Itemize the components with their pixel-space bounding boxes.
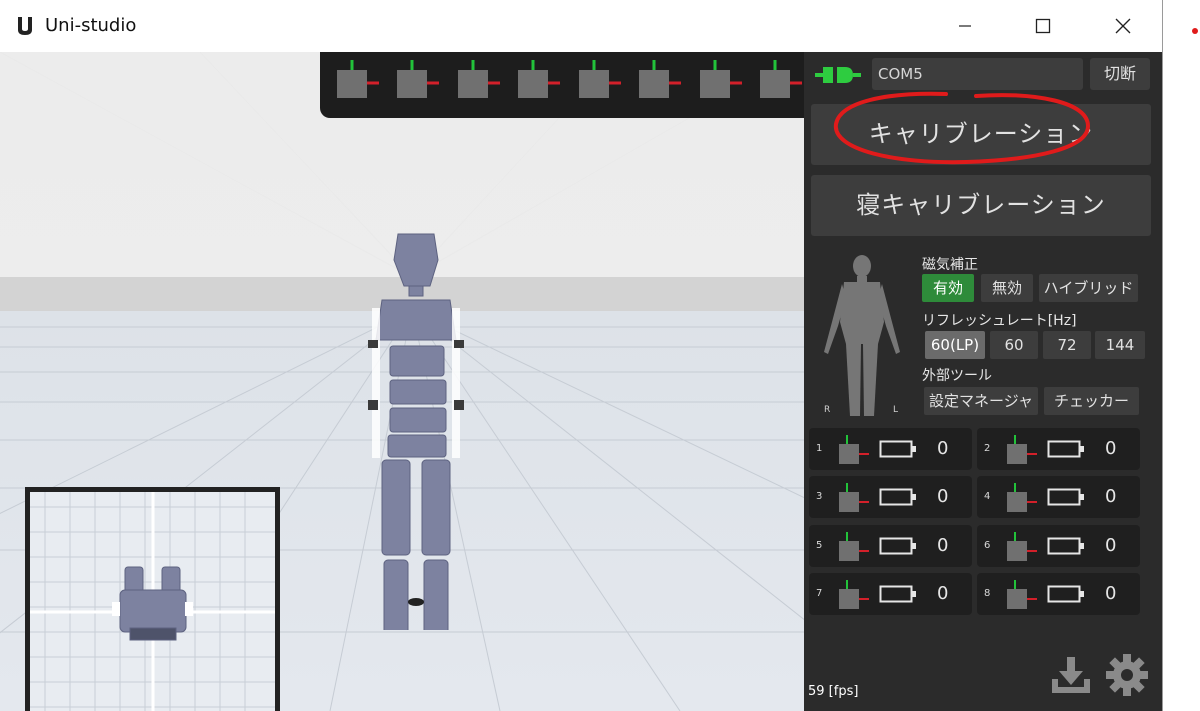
tracker-card[interactable]: 10 — [809, 428, 972, 470]
minimize-button[interactable] — [935, 0, 995, 52]
magnetic-option-disabled[interactable]: 無効 — [981, 274, 1033, 302]
tracker-value: 0 — [1105, 438, 1117, 459]
tracker-sensor-icon — [1007, 435, 1037, 464]
tracker-sensor-icon — [1007, 580, 1037, 609]
tracker-sensor-icon — [839, 483, 869, 512]
plug-icon[interactable] — [815, 62, 861, 88]
app-logo-icon — [18, 17, 32, 35]
battery-icon — [1047, 488, 1084, 506]
right-side-label: R — [824, 405, 831, 415]
window-title: Uni-studio — [45, 15, 137, 36]
tracker-value: 0 — [1105, 535, 1117, 556]
magnetic-option-enabled[interactable]: 有効 — [922, 274, 974, 302]
tracker-card[interactable]: 70 — [809, 573, 972, 615]
refresh-option-60lp[interactable]: 60(LP) — [925, 331, 985, 359]
maximize-icon — [1035, 18, 1051, 34]
battery-icon — [1047, 440, 1084, 458]
battery-icon — [879, 585, 916, 603]
battery-icon — [1047, 537, 1084, 555]
sensor-status-icon — [518, 60, 560, 98]
red-dot-annotation — [1192, 28, 1198, 34]
avatar-model — [368, 233, 464, 630]
com-port-field[interactable] — [872, 58, 1083, 90]
external-tools-label: 外部ツール — [922, 368, 992, 384]
tracker-card[interactable]: 40 — [977, 476, 1140, 518]
settings-manager-button[interactable]: 設定マネージャ — [924, 387, 1038, 415]
checker-button[interactable]: チェッカー — [1044, 387, 1139, 415]
tracker-card[interactable]: 30 — [809, 476, 972, 518]
minimap-grid — [30, 492, 275, 711]
tracker-index: 7 — [816, 588, 823, 599]
tracker-index: 8 — [984, 588, 991, 599]
sensor-status-icon — [639, 60, 681, 98]
tracker-card[interactable]: 20 — [977, 428, 1140, 470]
fps-counter: 59 [fps] — [808, 684, 859, 699]
sensor-status-icon — [397, 60, 439, 98]
tracker-value: 0 — [1105, 486, 1117, 507]
refresh-rate-label: リフレッシュレート[Hz] — [922, 313, 1077, 329]
tracker-index: 1 — [816, 443, 823, 454]
maximize-button[interactable] — [1013, 0, 1073, 52]
tracker-sensor-icon — [839, 435, 869, 464]
tracker-sensor-icon — [1007, 532, 1037, 561]
tracker-value: 0 — [1105, 583, 1117, 604]
tracker-sensor-icon — [1007, 483, 1037, 512]
3d-viewport[interactable] — [0, 52, 804, 711]
tracker-value: 0 — [937, 438, 949, 459]
tracker-sensor-icon — [839, 580, 869, 609]
close-button[interactable] — [1093, 0, 1153, 52]
tracker-index: 4 — [984, 491, 991, 502]
battery-icon — [879, 537, 916, 555]
tracker-value: 0 — [937, 535, 949, 556]
tracker-index: 6 — [984, 540, 991, 551]
battery-icon — [1047, 585, 1084, 603]
battery-icon — [879, 440, 916, 458]
magnetic-option-hybrid[interactable]: ハイブリッド — [1039, 274, 1138, 302]
tracker-value: 0 — [937, 486, 949, 507]
sensor-status-icon — [760, 60, 802, 98]
gear-icon[interactable] — [1105, 653, 1149, 697]
sensor-status-icon — [579, 60, 621, 98]
title-bar: Uni-studio — [0, 0, 1162, 52]
refresh-option-72[interactable]: 72 — [1043, 331, 1091, 359]
tracker-value: 0 — [937, 583, 949, 604]
left-side-label: L — [893, 405, 899, 415]
refresh-option-60[interactable]: 60 — [990, 331, 1038, 359]
tracker-card[interactable]: 50 — [809, 525, 972, 567]
body-silhouette — [824, 255, 900, 416]
close-icon — [1115, 18, 1131, 34]
sensor-status-icon — [458, 60, 500, 98]
tracker-sensor-icon — [839, 532, 869, 561]
minimize-icon — [959, 25, 971, 27]
sensor-status-icon — [700, 60, 742, 98]
sensor-status-icon — [337, 60, 379, 98]
refresh-option-144[interactable]: 144 — [1095, 331, 1145, 359]
download-icon[interactable] — [1050, 655, 1092, 695]
tracker-card[interactable]: 60 — [977, 525, 1140, 567]
disconnect-button[interactable]: 切断 — [1090, 58, 1150, 90]
battery-icon — [879, 488, 916, 506]
sleep-calibration-button[interactable]: 寝キャリブレーション — [811, 175, 1151, 236]
red-circle-annotation — [833, 91, 1091, 165]
minimap[interactable] — [25, 487, 280, 711]
tracker-card[interactable]: 80 — [977, 573, 1140, 615]
magnetic-correction-label: 磁気補正 — [922, 257, 978, 273]
tracker-index: 5 — [816, 540, 823, 551]
app-window: Uni-studio COM5 切断 キャリブレーション 寝キャリブレーション … — [0, 0, 1163, 711]
tracker-index: 3 — [816, 491, 823, 502]
tracker-index: 2 — [984, 443, 991, 454]
